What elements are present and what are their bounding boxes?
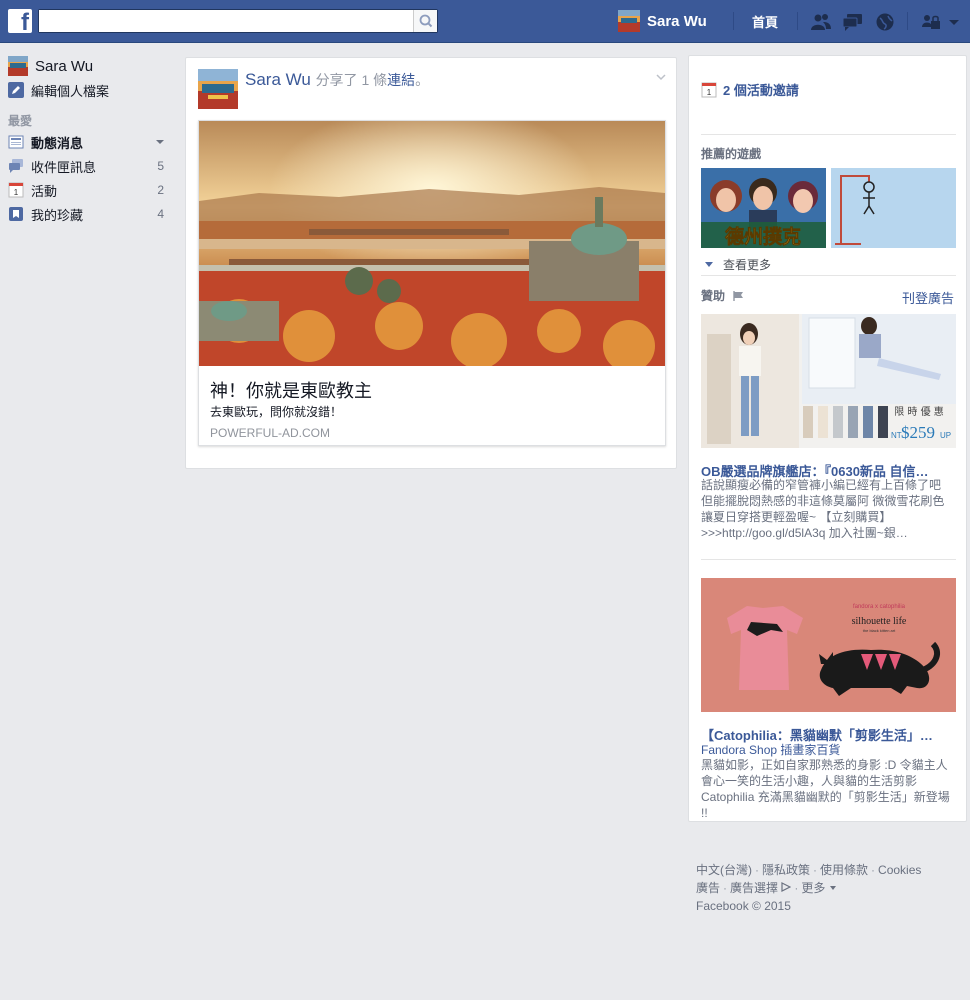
ad-price-suffix: UP xyxy=(940,431,951,440)
ad-image-title: silhouette life xyxy=(852,616,907,627)
ad-body: 黑貓如影，正如自家那熟悉的身影 :D 令貓主人會心一笑的生活小趣，人與貓的生活剪… xyxy=(701,758,950,820)
profile-avatar xyxy=(618,10,640,32)
ad-page-name[interactable]: Fandora Shop 插畫家百貨 xyxy=(701,741,840,758)
ad-body: 話說顯瘦必備的窄管褲小編已經有上百條了吧 但能擺脫悶熱感的非這條莫屬阿 微微雪花… xyxy=(701,478,945,540)
sidebar-item-label: 動態消息 xyxy=(31,135,84,151)
chevron-down-icon[interactable] xyxy=(656,72,666,82)
saved-bookmark-icon xyxy=(9,207,23,221)
post-action-link[interactable]: 連結 xyxy=(387,72,415,88)
top-profile-link[interactable]: Sara Wu xyxy=(618,10,707,32)
link-preview-image[interactable] xyxy=(199,121,665,366)
link-preview-card[interactable]: 神！你就是東歐教主 去東歐玩，問你就沒錯！ POWERFUL-AD.COM xyxy=(198,120,666,446)
left-navigation: Sara Wu 編輯個人檔案 最愛 動態消息 收件匣訊息 5 1 活動 2 我的… xyxy=(8,54,168,226)
link-preview-title[interactable]: 神！你就是東歐教主 xyxy=(210,377,372,403)
sponsored-label: 贊助 xyxy=(701,289,726,303)
event-invites-link[interactable]: 1 2 個活動邀請 xyxy=(701,80,799,99)
games-heading: 推薦的遊戲 xyxy=(701,147,762,161)
game-texas-poker[interactable]: 德州撲克 xyxy=(701,168,826,248)
ad-image-clothing[interactable]: 限 時 優 惠 NT $259 UP xyxy=(701,314,956,448)
sidebar-item-saved[interactable]: 我的珍藏 4 xyxy=(8,202,168,226)
sidebar-item-label: 活動 xyxy=(31,183,58,199)
footer-copyright: Facebook © 2015 xyxy=(696,899,791,913)
pencil-icon xyxy=(8,82,24,98)
sidebar-item-count: 5 xyxy=(157,159,164,173)
sidebar-item-events[interactable]: 1 活動 2 xyxy=(8,178,168,202)
sidebar-item-messages[interactable]: 收件匣訊息 5 xyxy=(8,154,168,178)
divider xyxy=(701,275,956,276)
edit-profile-link[interactable]: 編輯個人檔案 xyxy=(8,78,168,102)
search-icon xyxy=(419,14,433,28)
see-more-games-link[interactable]: 查看更多 xyxy=(705,256,771,273)
sidebar-item-label: 我的珍藏 xyxy=(31,207,84,223)
see-more-label: 查看更多 xyxy=(723,258,772,272)
divider xyxy=(733,12,734,30)
footer-link-language[interactable]: 中文(台灣) xyxy=(696,863,752,877)
ad-image-catophilia[interactable]: fandora x catophilia silhouette life the… xyxy=(701,578,956,712)
ad-image-subtitle: the black kitten art xyxy=(863,628,896,633)
post-author-name[interactable]: Sara Wu xyxy=(245,70,311,89)
footer-line-2: 廣告 · 廣告選擇 · 更多 xyxy=(696,879,958,897)
right-column: 1 2 個活動邀請 推薦的遊戲 德州撲克 查看更多 贊助 刊登廣告 限 時 優 … xyxy=(688,55,967,822)
game-title: 德州撲克 xyxy=(725,225,801,248)
search-box xyxy=(38,9,438,33)
friend-requests-icon[interactable] xyxy=(810,12,832,32)
ad-price: $259 xyxy=(901,423,935,442)
link-preview-description: 去東歐玩，問你就沒錯！ xyxy=(210,405,343,419)
messages-icon[interactable] xyxy=(842,12,864,32)
facebook-logo-icon[interactable]: f xyxy=(8,9,32,35)
create-ad-link[interactable]: 刊登廣告 xyxy=(902,288,954,307)
calendar-icon: 1 xyxy=(8,182,24,198)
ad-image-text: 限 時 優 惠 xyxy=(894,405,944,418)
sidebar-item-count: 2 xyxy=(157,183,164,197)
chevron-down-icon[interactable] xyxy=(829,884,837,892)
calendar-icon: 1 xyxy=(701,82,717,97)
link-preview-domain: POWERFUL-AD.COM xyxy=(210,426,330,440)
favorites-heading: 最愛 xyxy=(8,114,33,128)
news-feed-icon xyxy=(8,135,24,149)
ad-image-brand: fandora x catophilia xyxy=(853,604,906,610)
footer-link-terms[interactable]: 使用條款 xyxy=(820,863,868,877)
divider xyxy=(701,134,956,135)
home-link[interactable]: 首頁 xyxy=(752,12,778,31)
sponsored-heading: 贊助 xyxy=(701,287,745,304)
game-hangman[interactable] xyxy=(831,168,956,248)
sidebar-item-label: 收件匣訊息 xyxy=(31,159,97,175)
footer-link-ad-choices[interactable]: 廣告選擇 xyxy=(730,881,778,895)
svg-text:1: 1 xyxy=(14,188,19,197)
divider xyxy=(701,559,956,560)
divider xyxy=(907,12,908,30)
ad-choices-icon xyxy=(781,882,792,892)
notifications-globe-icon[interactable] xyxy=(874,12,896,32)
event-invites-text: 2 個活動邀請 xyxy=(723,83,799,98)
footer-link-privacy[interactable]: 隱私政策 xyxy=(762,863,810,877)
sidebar-item-news-feed[interactable]: 動態消息 xyxy=(8,130,168,154)
left-profile-link[interactable]: Sara Wu xyxy=(8,54,168,78)
post-header: Sara Wu 分享了 1 條連結。 xyxy=(245,70,429,90)
profile-avatar xyxy=(8,56,28,76)
footer-link-ads[interactable]: 廣告 xyxy=(696,881,720,895)
edit-profile-label: 編輯個人檔案 xyxy=(31,83,110,99)
footer-link-more[interactable]: 更多 xyxy=(801,881,825,895)
news-feed-post: Sara Wu 分享了 1 條連結。 神！你就是東歐教主 去東歐玩，問你就沒錯！… xyxy=(185,57,677,469)
chevron-down-icon xyxy=(705,262,713,267)
privacy-shortcuts-icon[interactable] xyxy=(920,12,942,32)
left-profile-name: Sara Wu xyxy=(35,57,94,75)
top-bar: f Sara Wu 首頁 xyxy=(0,0,970,43)
svg-text:1: 1 xyxy=(707,88,712,97)
account-menu-chevron-icon[interactable] xyxy=(946,12,962,32)
search-input[interactable] xyxy=(39,10,414,32)
sponsored-flag-icon xyxy=(733,290,744,301)
messages-icon xyxy=(9,159,23,173)
sidebar-item-count: 4 xyxy=(157,207,164,221)
footer-link-cookies[interactable]: Cookies xyxy=(878,863,921,877)
chevron-down-icon[interactable] xyxy=(156,140,164,144)
search-button[interactable] xyxy=(413,10,437,32)
post-action-text: 分享了 1 條 xyxy=(315,72,388,88)
top-profile-name: Sara Wu xyxy=(647,12,707,30)
footer: 中文(台灣) · 隱私政策 · 使用條款 · Cookies 廣告 · 廣告選擇 · 更多 Fac… xyxy=(696,861,958,915)
footer-line-1: 中文(台灣) · 隱私政策 · 使用條款 · Cookies xyxy=(696,863,922,877)
divider xyxy=(797,12,798,30)
post-action-suffix: 。 xyxy=(415,72,430,88)
post-author-avatar[interactable] xyxy=(198,69,238,109)
